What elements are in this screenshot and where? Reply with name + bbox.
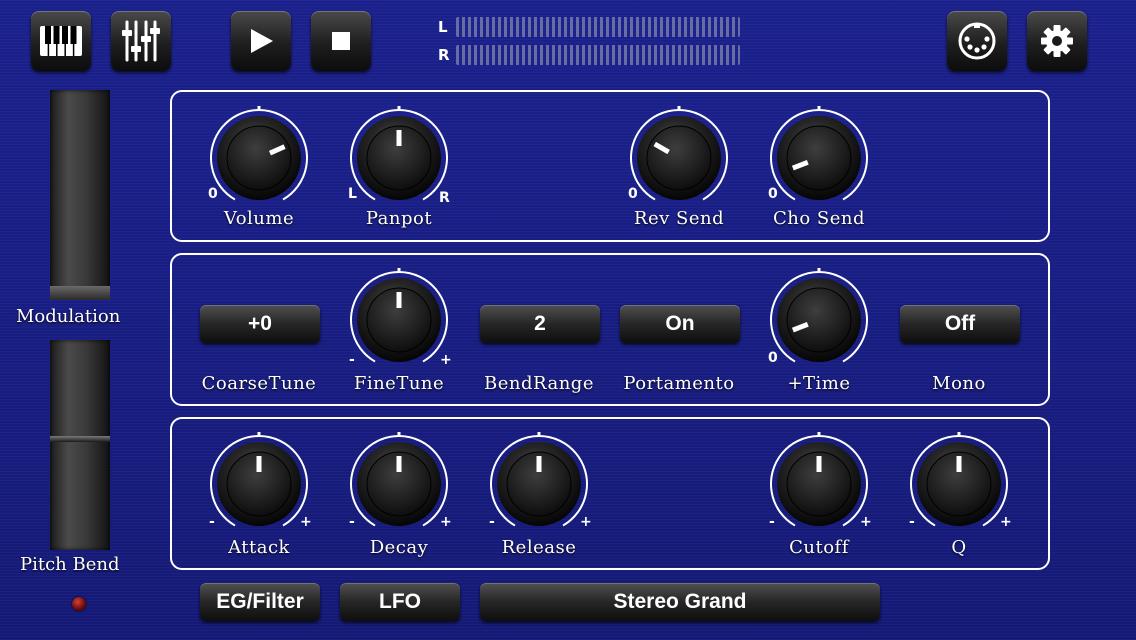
mixer-sliders-icon <box>122 20 160 62</box>
knob-graphic <box>630 106 728 201</box>
midi-connector-icon <box>958 22 996 60</box>
cutoff-min-label: - <box>769 514 775 530</box>
attack-label: Attack <box>228 537 290 558</box>
stop-button[interactable] <box>311 11 371 71</box>
cho-send-label: Cho Send <box>772 208 866 229</box>
lfo-tab[interactable]: LFO <box>340 583 460 621</box>
mixer-button[interactable] <box>111 11 171 71</box>
decay-label: Decay <box>369 537 429 558</box>
stop-icon <box>332 32 350 50</box>
piano-button[interactable] <box>31 11 91 71</box>
attack-knob[interactable] <box>209 432 309 532</box>
preset-selector[interactable]: Stereo Grand <box>480 583 880 621</box>
gear-icon <box>1041 25 1073 57</box>
knob-graphic <box>770 268 868 363</box>
q-min-label: - <box>909 514 915 530</box>
fine-tune-knob[interactable] <box>349 268 449 368</box>
panpot-knob[interactable] <box>349 106 449 206</box>
volume-label: Volume <box>223 208 295 229</box>
piano-keys-icon <box>40 26 82 56</box>
attack-min-label: - <box>209 514 215 530</box>
release-max-label: + <box>580 514 592 530</box>
portamento-time-knob[interactable] <box>769 268 869 368</box>
knob-cap <box>646 125 712 191</box>
knob-graphic <box>350 432 448 527</box>
attack-max-label: + <box>300 514 312 530</box>
knob-cap <box>786 125 852 191</box>
rev-send-knob[interactable] <box>629 106 729 206</box>
knob-graphic <box>210 432 308 527</box>
pitch-bend-wheel[interactable] <box>50 340 110 550</box>
knob-graphic <box>910 432 1008 527</box>
meter-right-label: R <box>438 46 450 64</box>
cutoff-label: Cutoff <box>789 537 849 558</box>
knob-graphic <box>350 106 448 201</box>
cho-send-knob[interactable] <box>769 106 869 206</box>
bend-range-button[interactable]: 2 <box>480 305 600 343</box>
midi-button[interactable] <box>947 11 1007 71</box>
pitch-bend-label: Pitch Bend <box>20 554 120 575</box>
meter-right-bar <box>456 45 740 65</box>
level-meter: L R <box>438 14 748 68</box>
knob-graphic <box>350 268 448 363</box>
decay-min-label: - <box>349 514 355 530</box>
panpot-label: Panpot <box>365 208 433 229</box>
settings-button[interactable] <box>1027 11 1087 71</box>
coarse-tune-button[interactable]: +0 <box>200 305 320 343</box>
knob-graphic <box>210 106 308 201</box>
knob-graphic <box>770 432 868 527</box>
decay-max-label: + <box>440 514 452 530</box>
cho-send-min-label: 0 <box>768 186 778 202</box>
rev-send-label: Rev Send <box>633 208 725 229</box>
release-knob[interactable] <box>489 432 589 532</box>
panpot-min-label: L <box>348 186 357 202</box>
knob-graphic <box>490 432 588 527</box>
eg-filter-tab[interactable]: EG/Filter <box>200 583 320 621</box>
fine-tune-max-label: + <box>440 352 452 368</box>
volume-min-label: 0 <box>208 186 218 202</box>
play-icon <box>251 29 273 53</box>
volume-knob[interactable] <box>209 106 309 206</box>
portamento-time-min-label: 0 <box>768 350 778 366</box>
q-label: Q <box>951 537 967 558</box>
portamento-label: Portamento <box>623 373 735 394</box>
cutoff-knob[interactable] <box>769 432 869 532</box>
mono-button[interactable]: Off <box>900 305 1020 343</box>
fine-tune-label: FineTune <box>353 373 445 394</box>
panpot-max-label: R <box>439 190 450 206</box>
knob-graphic <box>770 106 868 201</box>
decay-knob[interactable] <box>349 432 449 532</box>
modulation-label: Modulation <box>16 306 121 327</box>
q-knob[interactable] <box>909 432 1009 532</box>
release-min-label: - <box>489 514 495 530</box>
modulation-wheel[interactable] <box>50 90 110 300</box>
fine-tune-min-label: - <box>349 352 355 368</box>
mono-label: Mono <box>932 373 986 394</box>
meter-left-label: L <box>438 18 448 36</box>
knob-cap <box>226 125 292 191</box>
midi-activity-led <box>72 597 86 611</box>
meter-left-bar <box>456 17 740 37</box>
bend-range-label: BendRange <box>484 373 594 394</box>
rev-send-min-label: 0 <box>628 186 638 202</box>
pitch-bend-wheel-center[interactable] <box>50 436 110 442</box>
portamento-time-label: +Time <box>787 373 851 394</box>
cutoff-max-label: + <box>860 514 872 530</box>
coarse-tune-label: CoarseTune <box>201 373 317 394</box>
release-label: Release <box>501 537 577 558</box>
modulation-wheel-thumb[interactable] <box>50 286 110 300</box>
knob-cap <box>786 287 852 353</box>
portamento-button[interactable]: On <box>620 305 740 343</box>
play-button[interactable] <box>231 11 291 71</box>
q-max-label: + <box>1000 514 1012 530</box>
